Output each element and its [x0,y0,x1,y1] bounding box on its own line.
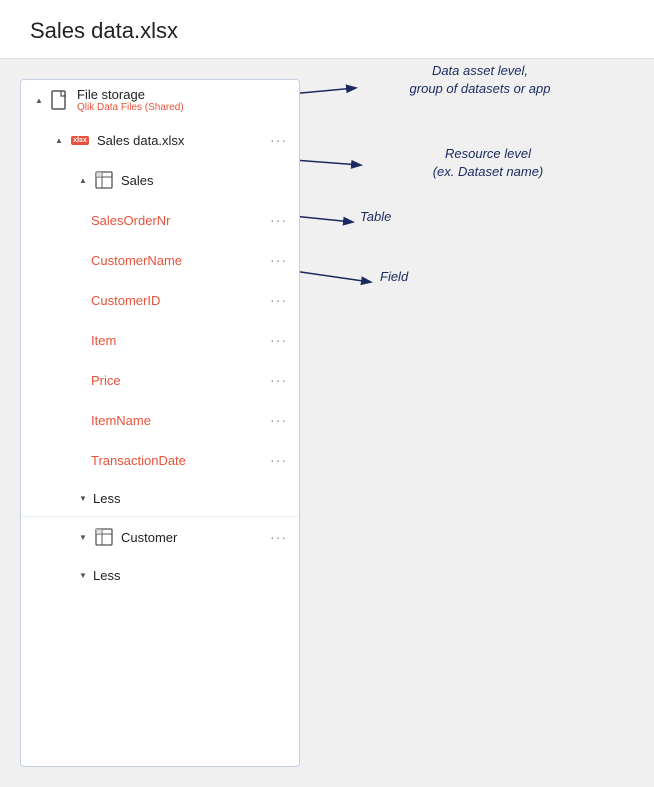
field-label-5: ItemName [91,413,266,428]
resource-row: xlsx Sales data.xlsx [21,120,299,160]
field-row-5: ItemName [21,400,299,440]
less-customer-row[interactable]: Less [21,557,299,593]
resource-label: Sales data.xlsx [97,133,266,148]
file-storage-text: File storage Qlik Data Files (Shared) [77,87,291,113]
field-row-0: SalesOrderNr [21,200,299,240]
field-menu-5[interactable] [266,412,291,428]
tree-panel: File storage Qlik Data Files (Shared) xl… [20,79,300,767]
field-row-4: Price [21,360,299,400]
field-row-1: CustomerName [21,240,299,280]
table-customer-row: Customer [21,517,299,557]
field-menu-3[interactable] [266,332,291,348]
field-menu-2[interactable] [266,292,291,308]
table-sales-icon [93,169,115,191]
field-label-1: CustomerName [91,253,266,268]
table-customer-menu[interactable] [266,529,291,545]
page-title: Sales data.xlsx [30,18,624,44]
field-row-6: TransactionDate [21,440,299,480]
less-sales-chevron[interactable] [73,488,93,508]
less-customer-chevron[interactable] [73,565,93,585]
field-menu-0[interactable] [266,212,291,228]
field-label-3: Item [91,333,266,348]
xlsx-icon: xlsx [69,129,91,151]
resource-chevron[interactable] [49,130,69,150]
field-label-2: CustomerID [91,293,266,308]
field-row-2: CustomerID [21,280,299,320]
file-icon [49,89,71,111]
file-storage-label: File storage [77,87,291,102]
field-row-3: Item [21,320,299,360]
field-menu-1[interactable] [266,252,291,268]
field-label-4: Price [91,373,266,388]
field-label-6: TransactionDate [91,453,266,468]
less-sales-label: Less [93,491,120,506]
file-storage-sublabel: Qlik Data Files (Shared) [77,102,291,113]
less-customer-label: Less [93,568,120,583]
table-customer-icon [93,526,115,548]
resource-menu-btn[interactable] [266,132,291,148]
less-sales-row[interactable]: Less [21,480,299,516]
table-customer-label: Customer [121,530,266,545]
table-customer-chevron[interactable] [73,527,93,547]
table-sales-label: Sales [121,173,291,188]
field-menu-4[interactable] [266,372,291,388]
table-sales-row: Sales [21,160,299,200]
field-label-0: SalesOrderNr [91,213,266,228]
field-menu-6[interactable] [266,452,291,468]
table-sales-chevron[interactable] [73,170,93,190]
file-storage-chevron[interactable] [29,90,49,110]
file-storage-row: File storage Qlik Data Files (Shared) [21,80,299,120]
